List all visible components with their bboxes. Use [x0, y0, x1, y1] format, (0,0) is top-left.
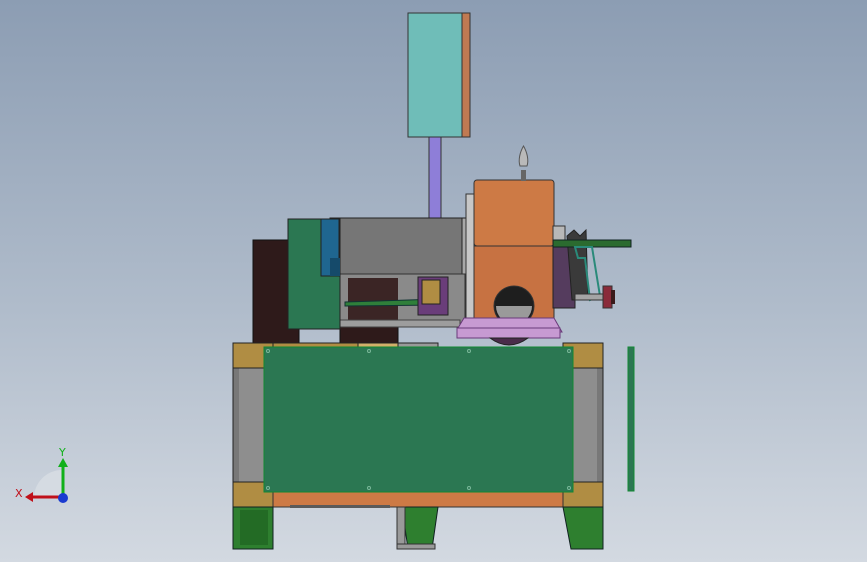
- output-flange: [602, 285, 613, 309]
- motor-rear-plate: [465, 193, 475, 329]
- leg-right: [562, 506, 604, 550]
- x-axis-arrowhead: [25, 492, 33, 502]
- extension-bar: [552, 239, 632, 248]
- inner-dark-slot: [348, 278, 398, 322]
- rail: [339, 319, 461, 328]
- violet-base-foot: [456, 327, 561, 339]
- brass-fitting: [421, 279, 441, 305]
- output-flange-cap: [611, 290, 615, 304]
- x-axis-label: X: [15, 487, 23, 500]
- leg-middle-plate: [396, 506, 406, 550]
- vertical-shaft: [428, 136, 442, 226]
- bottom-copper-rail: [272, 489, 564, 508]
- leg-left-shade: [240, 510, 268, 545]
- top-cyan-box-side: [461, 12, 471, 138]
- dark-wheel: [488, 337, 530, 346]
- knob-icon[interactable]: [518, 145, 529, 167]
- cad-viewport[interactable]: Y X: [0, 0, 867, 562]
- y-axis-arrowhead: [58, 458, 68, 467]
- blue-strip-lower: [330, 258, 340, 276]
- model-canvas[interactable]: Y X: [0, 0, 867, 562]
- front-green-panel: [263, 346, 574, 493]
- output-shaft: [574, 293, 604, 301]
- leg-middle-floor: [396, 543, 436, 550]
- y-axis-label: Y: [58, 446, 66, 459]
- top-cyan-box: [407, 12, 464, 138]
- triad-base-shade: [34, 470, 62, 498]
- coordinate-triad: Y X: [15, 446, 68, 503]
- z-axis-dot: [58, 493, 68, 503]
- leg-middle: [401, 506, 439, 550]
- right-side-bar: [627, 346, 635, 492]
- leg-left-inner: [290, 505, 390, 508]
- knob-stem: [521, 170, 526, 181]
- frame-left-inner-shade: [239, 368, 267, 482]
- gray-housing: [329, 217, 467, 275]
- motor-body-upper: [473, 179, 555, 247]
